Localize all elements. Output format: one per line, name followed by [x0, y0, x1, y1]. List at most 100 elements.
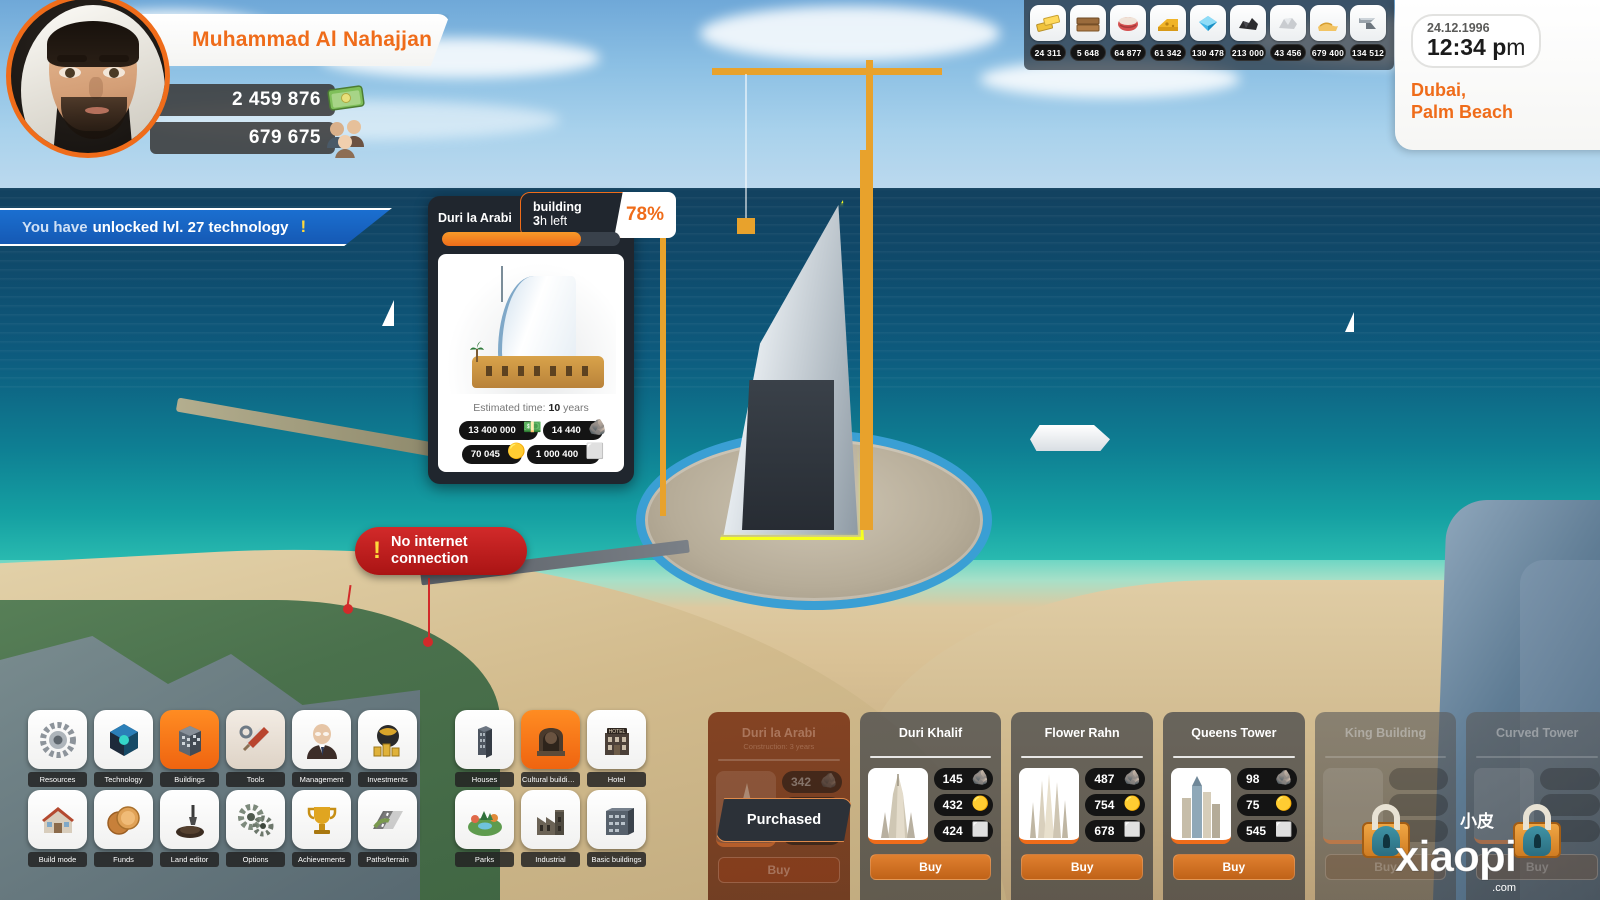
tool-label: Paths/terrain: [358, 852, 417, 867]
build-progress-fill: [442, 232, 581, 246]
stat-value: 678: [1094, 824, 1115, 838]
resource-item[interactable]: 5 648: [1070, 5, 1106, 61]
buy-button[interactable]: Buy: [1021, 854, 1144, 880]
build-time-left: 3h left: [533, 214, 582, 229]
player-population-value: 679 675: [248, 127, 321, 148]
stat-row: [1540, 768, 1600, 790]
shop-card-flower-rahn[interactable]: Flower Rahn 487 🪨 754 🟡 678 ⬜ Buy: [1011, 712, 1154, 900]
tool-buildings[interactable]: Buildings: [160, 710, 219, 787]
tool-label: Investments: [358, 772, 417, 787]
tool-label: Resources: [28, 772, 87, 787]
resource-item[interactable]: 61 342: [1150, 5, 1186, 61]
stat-row: [1388, 768, 1449, 790]
meat-icon: [1110, 5, 1146, 41]
tool-management[interactable]: Management: [292, 710, 351, 787]
coal-icon: 🪨: [820, 772, 838, 788]
trophy-icon: [292, 790, 351, 849]
building-info-panel[interactable]: Duri la Arabi building 3h left 78% Estim…: [428, 192, 676, 484]
stat-row: 678 ⬜: [1085, 820, 1146, 842]
cheese-icon: [1150, 5, 1186, 41]
category-hotel[interactable]: HOTEL Hotel: [587, 710, 646, 787]
location-district: Palm Beach: [1411, 102, 1514, 123]
resource-item[interactable]: 130 478: [1190, 5, 1226, 61]
player-money-row[interactable]: 2 459 876: [150, 84, 365, 116]
resource-item[interactable]: 43 456: [1270, 5, 1306, 61]
house-icon: [28, 790, 87, 849]
shop-card-queens-tower[interactable]: Queens Tower 98 🪨 75 🟡 545 ⬜ Buy: [1163, 712, 1305, 900]
category-basic-buildings[interactable]: Basic buildings: [587, 790, 646, 867]
stat-row: 98 🪨: [1237, 768, 1297, 790]
resource-item[interactable]: 213 000: [1230, 5, 1266, 61]
stat-row: 432 🟡: [933, 794, 994, 816]
tool-label: Achievements: [292, 852, 351, 867]
buy-button[interactable]: Buy: [869, 854, 992, 880]
resource-value: 134 512: [1350, 44, 1386, 61]
cost-value: 70 045: [470, 449, 500, 460]
stone-icon: ⬜: [585, 443, 605, 460]
resource-item[interactable]: 64 877: [1110, 5, 1146, 61]
player-population-row[interactable]: 679 675: [150, 120, 364, 158]
map-pin: [343, 604, 353, 614]
tool-technology[interactable]: Technology: [94, 710, 153, 787]
category-industrial[interactable]: Industrial: [521, 790, 580, 867]
tool-funds[interactable]: Funds: [94, 790, 153, 867]
game-time-value: 12:34 p: [1427, 34, 1507, 60]
stat-row: 424 ⬜: [933, 820, 994, 842]
sailboat: [1345, 312, 1354, 332]
stone-icon: ⬜: [971, 821, 990, 837]
tool-achievements[interactable]: Achievements: [292, 790, 351, 867]
wood-planks-icon: [1070, 5, 1106, 41]
coal-icon: 🪨: [1275, 769, 1293, 785]
resource-item[interactable]: 24 311: [1030, 5, 1066, 61]
buy-button[interactable]: Buy: [718, 857, 840, 883]
office-icon: [587, 790, 646, 849]
resource-value: 43 456: [1270, 44, 1306, 61]
category-cultural-buildings[interactable]: Cultural buildings: [521, 710, 580, 787]
shop-card-duri-la-arabi[interactable]: Duri la Arabi Construction: 3 years 342 🪨…: [708, 712, 852, 900]
resource-item[interactable]: 134 512: [1350, 5, 1386, 61]
cost-value: 13 400 000: [468, 425, 516, 436]
tech-unlock-toast[interactable]: You have unlocked lvl. 27 technology !: [0, 208, 392, 246]
estimated-time-label: Estimated time:: [473, 402, 546, 414]
divider: [1173, 756, 1295, 758]
eyebrow: [57, 55, 87, 62]
resource-item[interactable]: 679 400: [1310, 5, 1346, 61]
shop-card-thumbnail: [1019, 768, 1080, 844]
buy-button[interactable]: Buy: [1173, 854, 1295, 880]
stat-value: 545: [1246, 824, 1267, 838]
resource-value: 5 648: [1070, 44, 1106, 61]
game-date: 24.12.1996: [1427, 21, 1490, 35]
divider: [1476, 756, 1599, 758]
gold-icon: 🟡: [971, 795, 990, 811]
date-location-panel: 24.12.1996 12:34 pm Dubai, Palm Beach: [1395, 0, 1600, 150]
category-parks[interactable]: Parks: [455, 790, 514, 867]
avatar[interactable]: [6, 0, 170, 158]
watermark-cn: 小皮: [1460, 812, 1494, 831]
no-internet-toast[interactable]: ! No internet connection: [355, 527, 527, 575]
tool-label: Options: [226, 852, 285, 867]
svg-text:HOTEL: HOTEL: [608, 729, 625, 735]
divider: [1021, 756, 1144, 758]
shop-card-body: 145 🪨 432 🟡 424 ⬜: [867, 768, 994, 844]
build-percent-value: 78%: [625, 204, 665, 225]
category-toolbar-row2: Parks Industrial Basic buildings: [455, 790, 646, 867]
tool-label: Build mode: [28, 852, 87, 867]
cash-icon: [327, 85, 365, 111]
cash-icon: 💵: [523, 419, 542, 436]
tool-paths-terrain[interactable]: Paths/terrain: [358, 790, 417, 867]
clock-pill[interactable]: 24.12.1996 12:34 pm: [1411, 14, 1542, 69]
shop-card-duri-khalif[interactable]: Duri Khalif 145 🪨 432 🟡 424 ⬜ Buy: [859, 712, 1002, 900]
stat-row: 145 🪨: [933, 768, 994, 790]
tool-tools[interactable]: Tools: [226, 710, 285, 787]
tool-land-editor[interactable]: Land editor: [160, 790, 219, 867]
tool-investments[interactable]: Investments: [358, 710, 417, 787]
crane-hook: [737, 218, 755, 234]
tool-build-mode[interactable]: Build mode: [28, 790, 87, 867]
cost-value: 1 000 400: [535, 449, 579, 460]
tool-options[interactable]: Options: [226, 790, 285, 867]
resource-value: 61 342: [1150, 44, 1186, 61]
tools-icon: [226, 710, 285, 769]
tool-resources[interactable]: Resources: [28, 710, 87, 787]
cost-item: 14 440 🪨: [542, 419, 607, 440]
category-houses[interactable]: Houses: [455, 710, 514, 787]
